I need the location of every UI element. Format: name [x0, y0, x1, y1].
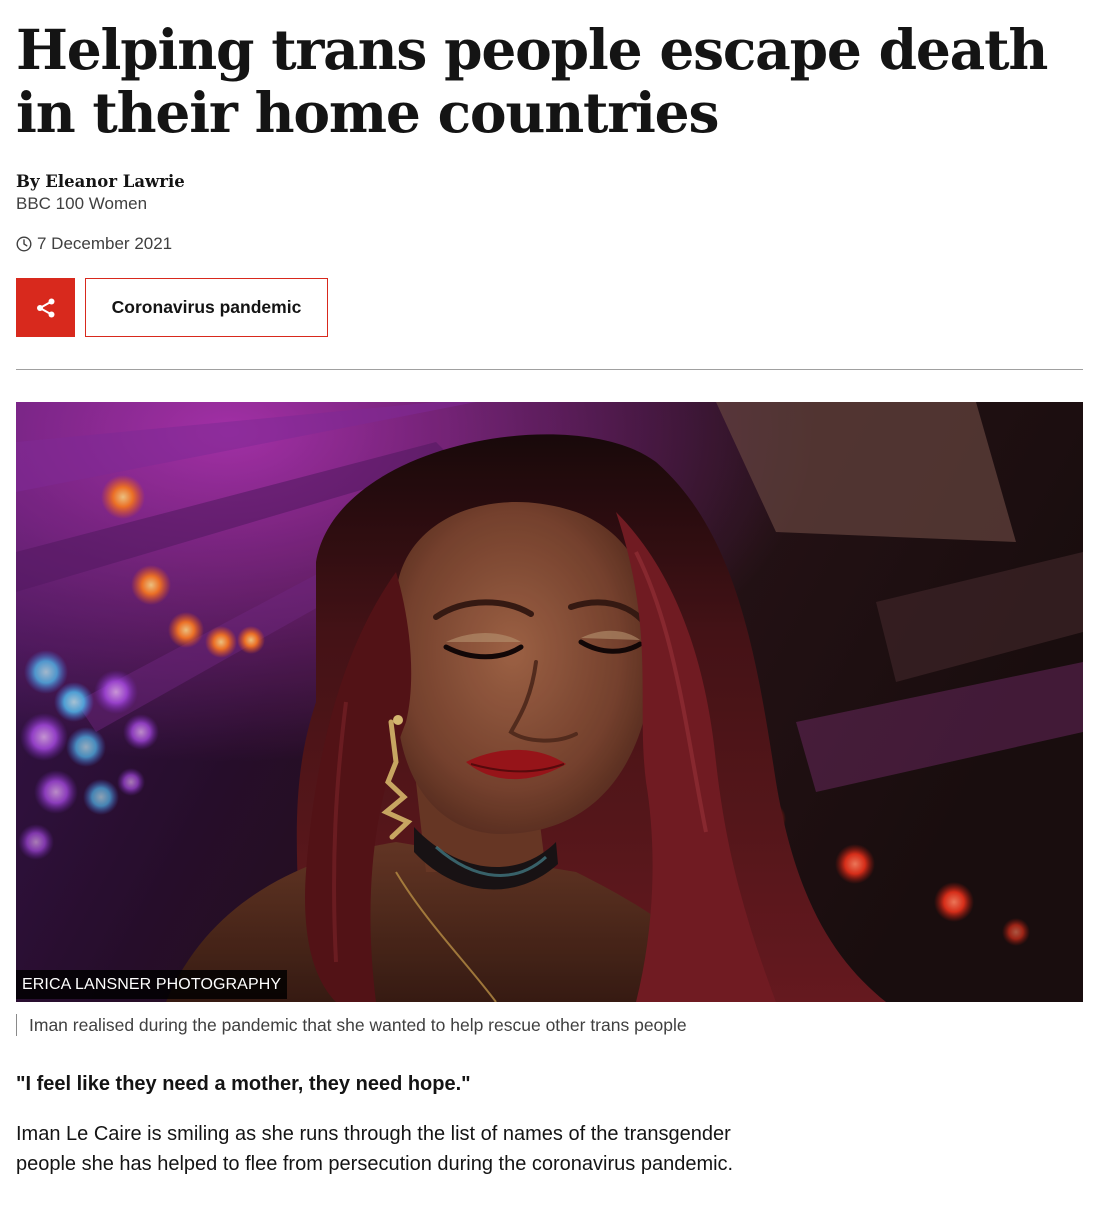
- body-paragraph: Iman Le Caire is smiling as she runs thr…: [16, 1123, 734, 1175]
- share-icon: [36, 298, 54, 317]
- intro-quote: "I feel like they need a mother, they ne…: [16, 1073, 471, 1095]
- article-headline: Helping trans people escape death in the…: [16, 17, 1048, 145]
- share-button[interactable]: [16, 278, 75, 337]
- byline: By Eleanor Lawrie BBC 100 Women: [16, 171, 185, 214]
- author-role: BBC 100 Women: [16, 194, 148, 213]
- clock-icon: [16, 236, 32, 252]
- author-name[interactable]: By Eleanor Lawrie: [16, 171, 185, 193]
- image-caption: Iman realised during the pandemic that s…: [16, 1014, 687, 1036]
- topic-tag-coronavirus[interactable]: Coronavirus pandemic: [85, 278, 328, 337]
- divider: [16, 369, 1083, 370]
- publish-date: 7 December 2021: [16, 234, 172, 254]
- date-text: 7 December 2021: [37, 234, 173, 253]
- hero-image: [16, 402, 1083, 1002]
- photo-credit: ERICA LANSNER PHOTOGRAPHY: [16, 970, 288, 999]
